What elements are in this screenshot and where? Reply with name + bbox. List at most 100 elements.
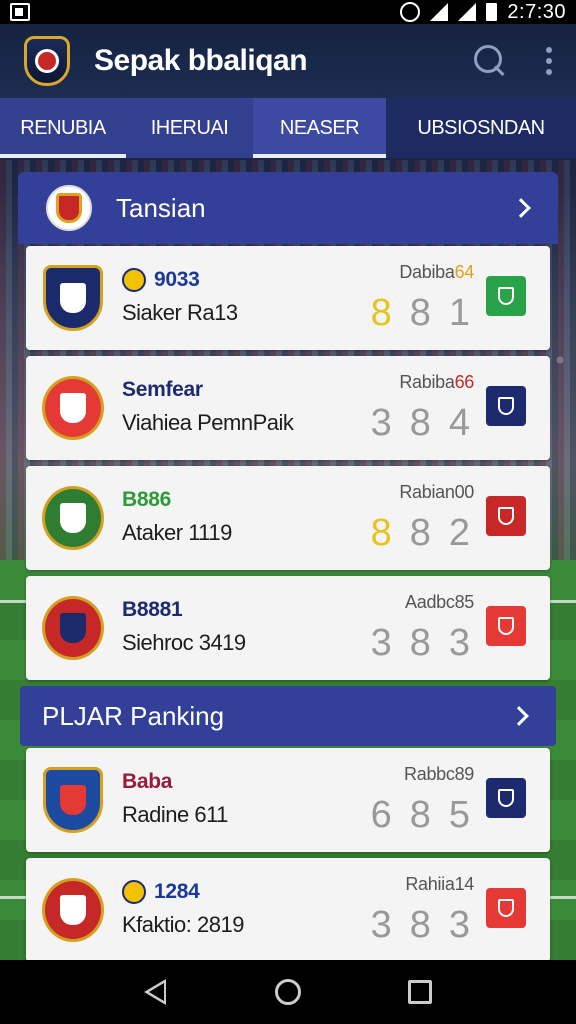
chevron-right-icon[interactable] xyxy=(511,198,531,218)
meta-suffix: 64 xyxy=(454,262,475,282)
coin-icon xyxy=(122,880,146,904)
team-code-text: Baba xyxy=(122,770,173,793)
match-card[interactable]: 1284 Kfaktio: 2819 Rahiia14 3 8 3 xyxy=(26,858,550,962)
shield-icon xyxy=(486,606,526,646)
tab-renubia[interactable]: RENUBIA xyxy=(0,98,126,158)
more-options-icon[interactable] xyxy=(546,47,552,75)
score-row: 3 8 4 xyxy=(371,402,470,445)
score-row: 8 8 1 xyxy=(371,292,470,335)
score-value: 4 xyxy=(448,402,470,444)
tab-bar: RENUBIA IHERUAI NEASER UBSIOSNDAN xyxy=(0,98,576,158)
back-icon[interactable] xyxy=(143,979,168,1005)
meta-suffix: 89 xyxy=(454,764,475,784)
team-code: B8881 xyxy=(122,598,183,622)
score-row: 3 8 3 xyxy=(371,904,470,947)
app-logo xyxy=(24,36,70,86)
team-crest-icon xyxy=(42,484,104,552)
shield-icon xyxy=(486,888,526,928)
team-crest-icon xyxy=(42,876,104,944)
team-code-text: 9033 xyxy=(154,268,200,291)
score-value: 8 xyxy=(370,512,392,554)
status-bar: 2:7:30 xyxy=(0,0,576,24)
notification-icon xyxy=(10,3,30,21)
meta-prefix: Dabiba xyxy=(399,262,455,282)
team-code: Baba xyxy=(122,770,172,794)
match-card[interactable]: 9033 Siaker Ra13 Dabiba64 8 8 1 xyxy=(26,246,550,350)
team-name: Radine 611 xyxy=(122,802,228,827)
gear-crest-icon xyxy=(486,496,526,536)
team-code: B886 xyxy=(122,488,171,512)
team-code: Semfear xyxy=(122,378,203,402)
score-value: 3 xyxy=(370,622,392,664)
team-name: Siehroc 3419 xyxy=(122,630,246,655)
match-meta: Aadbc85 xyxy=(405,592,474,613)
score-value: 5 xyxy=(448,794,470,836)
team-crest-icon xyxy=(42,766,104,834)
team-code: 1284 xyxy=(122,880,200,904)
tab-ubsiosndan[interactable]: UBSIOSNDAN xyxy=(386,98,576,158)
section-title: PLJAR Panking xyxy=(42,700,225,731)
tab-iheruai[interactable]: IHERUAI xyxy=(126,98,253,158)
match-meta: Rabbc89 xyxy=(404,764,474,785)
section-header-ranking[interactable]: PLJAR Panking xyxy=(20,686,556,746)
match-card[interactable]: B886 Ataker 1119 Rabian00 8 8 2 xyxy=(26,466,550,570)
team-name: Kfaktio: 2819 xyxy=(122,912,244,937)
team-code-text: 1284 xyxy=(154,880,200,903)
score-value: 8 xyxy=(370,292,392,334)
pitch-icon xyxy=(486,276,526,316)
coin-icon xyxy=(122,268,146,292)
score-row: 6 8 5 xyxy=(371,794,470,837)
team-name: Viahiea PemnPaik xyxy=(122,410,294,435)
score-row: 3 8 3 xyxy=(371,622,470,665)
meta-suffix: 14 xyxy=(454,874,475,894)
score-value: 8 xyxy=(409,292,431,334)
meta-suffix: 00 xyxy=(454,482,475,502)
league-logo xyxy=(46,185,92,231)
match-card[interactable]: Baba Radine 611 Rabbc89 6 8 5 xyxy=(26,748,550,852)
home-icon[interactable] xyxy=(274,979,301,1005)
meta-prefix: Rahiia xyxy=(405,874,455,894)
star-shield-icon xyxy=(486,778,526,818)
app-bar: Sepak bbaliqan xyxy=(0,24,576,98)
team-code-text: Semfear xyxy=(122,378,203,401)
match-meta: Rabian00 xyxy=(399,482,474,503)
score-value: 1 xyxy=(448,292,470,334)
match-card[interactable]: B8881 Siehroc 3419 Aadbc85 3 8 3 xyxy=(26,576,550,680)
team-crest-icon xyxy=(42,374,104,442)
score-value: 3 xyxy=(448,622,470,664)
match-meta: Rahiia14 xyxy=(405,874,474,895)
team-crest-icon xyxy=(42,264,104,332)
meta-prefix: Rabiba xyxy=(399,372,455,392)
match-meta: Rabiba66 xyxy=(399,372,474,393)
clock: 2:7:30 xyxy=(507,0,566,23)
score-value: 8 xyxy=(409,622,431,664)
score-row: 8 8 2 xyxy=(371,512,470,555)
score-value: 8 xyxy=(409,794,431,836)
score-value: 3 xyxy=(448,904,470,946)
meta-suffix: 66 xyxy=(454,372,475,392)
wifi-icon xyxy=(458,3,477,21)
meta-prefix: Rabian xyxy=(399,482,455,502)
castle-icon xyxy=(486,386,526,426)
recent-apps-icon[interactable] xyxy=(408,980,433,1004)
score-value: 3 xyxy=(370,904,392,946)
chevron-right-icon[interactable] xyxy=(509,706,529,726)
search-icon[interactable] xyxy=(474,45,506,77)
team-crest-icon xyxy=(42,594,104,662)
battery-icon xyxy=(486,3,498,21)
section-header-tansian[interactable]: Tansian xyxy=(18,172,558,244)
score-value: 6 xyxy=(370,794,392,836)
score-value: 8 xyxy=(409,402,431,444)
meta-suffix: 85 xyxy=(454,592,475,612)
meta-prefix: Aadbc xyxy=(405,592,455,612)
section-title: Tansian xyxy=(116,192,206,223)
match-card[interactable]: Semfear Viahiea PemnPaik Rabiba66 3 8 4 xyxy=(26,356,550,460)
tab-neaser[interactable]: NEASER xyxy=(253,98,386,158)
system-nav-bar xyxy=(0,960,576,1024)
signal-icon xyxy=(430,3,449,21)
match-meta: Dabiba64 xyxy=(399,262,474,283)
score-value: 8 xyxy=(409,512,431,554)
score-value: 2 xyxy=(448,512,470,554)
team-name: Ataker 1119 xyxy=(122,520,232,545)
alarm-icon xyxy=(400,2,421,22)
